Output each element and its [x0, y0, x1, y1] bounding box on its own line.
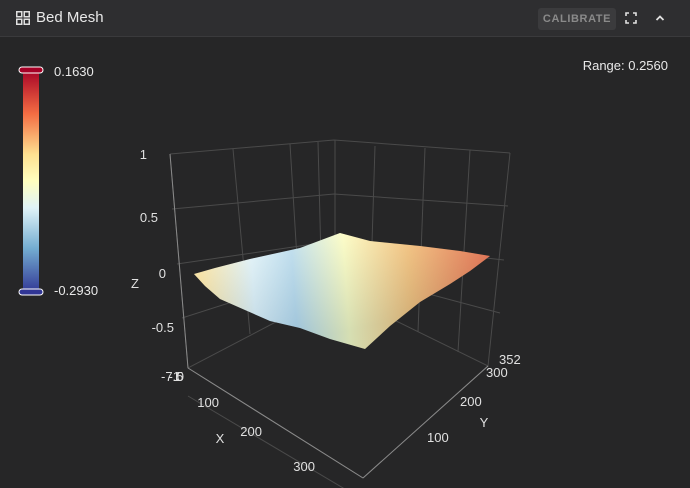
- y-axis-title: Y: [480, 415, 489, 430]
- x-tick-label: 300: [293, 459, 315, 474]
- y-tick-label: 352: [499, 352, 521, 367]
- z-tick-label: 0.5: [140, 210, 158, 225]
- mesh-plot[interactable]: 1 0.5 0 -0.5 -1 Z 0 100 200 300 X -7.5 1…: [0, 36, 690, 488]
- z-axis-title: Z: [131, 276, 139, 291]
- fullscreen-icon[interactable]: [623, 10, 639, 26]
- y-tick-label: 200: [460, 394, 482, 409]
- surface-shading: [194, 233, 490, 349]
- grid-icon: [16, 11, 30, 25]
- calibrate-button[interactable]: CALIBRATE: [538, 8, 616, 30]
- y-tick-label: 300: [486, 365, 508, 380]
- x-tick-label: 200: [240, 424, 262, 439]
- chevron-up-icon[interactable]: [652, 10, 668, 26]
- y-tick-label: 100: [427, 430, 449, 445]
- card-toolbar: Bed Mesh CALIBRATE: [0, 0, 690, 37]
- z-tick-label: 0: [159, 266, 166, 281]
- y-tick-label: -7.5: [161, 369, 183, 384]
- z-tick-label: -0.5: [152, 320, 174, 335]
- x-axis-title: X: [216, 431, 225, 446]
- card-title: Bed Mesh: [36, 9, 104, 26]
- x-tick-label: 100: [197, 395, 219, 410]
- bed-mesh-card: Bed Mesh CALIBRATE Range: 0.2560 0.1630 …: [0, 0, 690, 488]
- z-tick-label: 1: [140, 147, 147, 162]
